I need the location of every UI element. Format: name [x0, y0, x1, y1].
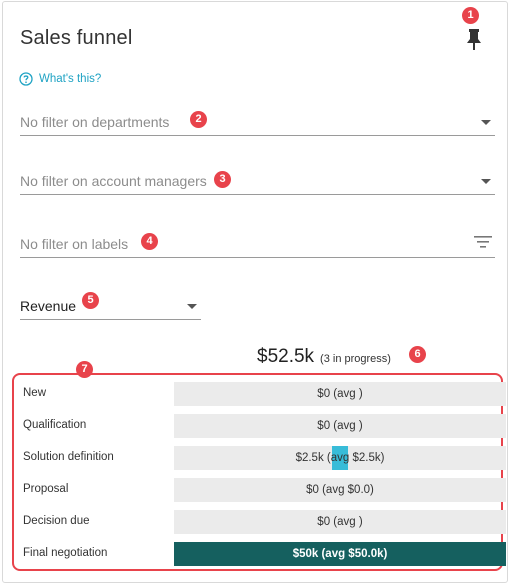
stage-row-proposal[interactable]: Proposal $0 (avg $0.0)	[23, 478, 506, 502]
annotation-badge-3: 3	[214, 171, 231, 188]
annotation-badge-2: 2	[190, 111, 207, 128]
in-progress-count: (3 in progress)	[320, 353, 391, 365]
whats-this-label: What's this?	[39, 73, 102, 85]
stage-row-decision-due[interactable]: Decision due $0 (avg )	[23, 510, 506, 534]
pin-icon[interactable]	[466, 29, 482, 51]
metric-selected-value: Revenue	[20, 298, 77, 314]
stage-label: New	[23, 387, 47, 399]
stage-value: $0 (avg $0.0)	[306, 484, 374, 496]
whats-this-link[interactable]: What's this?	[19, 72, 101, 86]
stage-bar[interactable]: $0 (avg )	[174, 414, 506, 438]
stage-value: $0 (avg )	[317, 420, 363, 432]
funnel-total: $52.5k (3 in progress)	[257, 346, 391, 368]
annotation-badge-7: 7	[76, 361, 93, 378]
chevron-down-icon	[481, 179, 491, 184]
annotation-badge-4: 4	[141, 233, 158, 250]
labels-filter[interactable]: No filter on labels	[20, 230, 495, 258]
stage-label: Final negotiation	[23, 547, 108, 559]
stage-value: $0 (avg )	[317, 516, 363, 528]
stage-value: $50k (avg $50.0k)	[292, 548, 388, 560]
widget-title: Sales funnel	[20, 27, 133, 49]
chevron-down-icon	[481, 120, 491, 125]
annotation-badge-6: 6	[409, 346, 426, 363]
stage-label: Proposal	[23, 483, 69, 495]
stage-label: Solution definition	[23, 451, 114, 463]
stage-row-new[interactable]: New $0 (avg )	[23, 382, 506, 406]
departments-filter[interactable]: No filter on departments	[20, 108, 495, 136]
stage-bar[interactable]: $0 (avg $0.0)	[174, 478, 506, 502]
filter-lines-icon[interactable]	[474, 235, 492, 249]
stage-value: $0 (avg )	[317, 388, 363, 400]
stage-bar[interactable]: $50k (avg $50.0k)	[174, 542, 506, 566]
total-amount: $52.5k	[257, 346, 315, 367]
stage-bar[interactable]: $0 (avg )	[174, 510, 506, 534]
stage-value: $2.5k (avg $2.5k)	[295, 452, 385, 464]
annotation-badge-1: 1	[462, 7, 479, 24]
stage-row-final-negotiation[interactable]: Final negotiation $50k (avg $50.0k)	[23, 542, 506, 566]
departments-placeholder: No filter on departments	[20, 114, 170, 130]
funnel-stages: New $0 (avg ) Qualification $0 (avg ) So…	[12, 373, 506, 571]
metric-select[interactable]: Revenue	[20, 292, 201, 320]
chevron-down-icon	[187, 304, 197, 309]
question-circle-icon	[19, 72, 33, 86]
stage-label: Decision due	[23, 515, 90, 527]
stage-row-qualification[interactable]: Qualification $0 (avg )	[23, 414, 506, 438]
sales-funnel-widget: Sales funnel What's this? No filter on d…	[2, 1, 508, 583]
stage-row-solution-definition[interactable]: Solution definition $2.5k (avg $2.5k)	[23, 446, 506, 470]
account-managers-placeholder: No filter on account managers	[20, 173, 207, 189]
labels-placeholder: No filter on labels	[20, 236, 129, 252]
annotation-badge-5: 5	[82, 292, 99, 309]
stage-bar[interactable]: $0 (avg )	[174, 382, 506, 406]
account-managers-filter[interactable]: No filter on account managers	[20, 167, 495, 195]
stage-bar[interactable]: $2.5k (avg $2.5k)	[174, 446, 506, 470]
stage-label: Qualification	[23, 419, 87, 431]
